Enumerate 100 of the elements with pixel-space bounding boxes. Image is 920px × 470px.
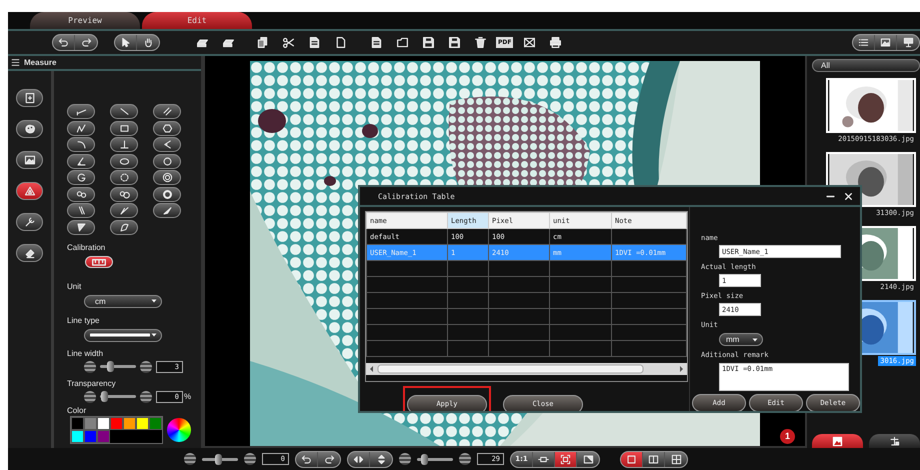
measure-tool-button[interactable] bbox=[110, 154, 138, 168]
circle-icon bbox=[162, 156, 172, 166]
category-button[interactable] bbox=[16, 89, 43, 107]
measure-tool-button[interactable] bbox=[110, 220, 138, 234]
slider-thumb[interactable] bbox=[421, 454, 428, 464]
color-swatch[interactable] bbox=[71, 430, 84, 442]
category-button[interactable] bbox=[16, 182, 43, 200]
color-wheel[interactable] bbox=[167, 418, 191, 442]
freehand-shape-icon bbox=[118, 222, 130, 232]
unit-dropdown[interactable]: mm bbox=[719, 333, 763, 346]
ring-icon bbox=[162, 188, 172, 200]
category-button[interactable] bbox=[16, 151, 43, 169]
decrease-button[interactable] bbox=[84, 390, 96, 402]
slider-thumb[interactable] bbox=[215, 454, 222, 464]
tab[interactable]: Preview bbox=[30, 12, 140, 29]
color-swatch[interactable] bbox=[84, 416, 97, 430]
decrease-button[interactable] bbox=[399, 453, 411, 465]
measure-tool-button[interactable] bbox=[153, 120, 181, 136]
increase-button[interactable] bbox=[244, 453, 256, 465]
menu-icon bbox=[11, 58, 20, 67]
document-icon bbox=[370, 36, 382, 49]
document-icon bbox=[308, 36, 320, 49]
color-swatch[interactable] bbox=[136, 416, 149, 430]
increase-button[interactable] bbox=[140, 390, 152, 402]
measure-tool-button[interactable] bbox=[153, 104, 181, 119]
color-swatch[interactable] bbox=[84, 430, 97, 442]
document-icon bbox=[334, 36, 346, 49]
category-button[interactable] bbox=[16, 213, 43, 231]
measure-tool-button[interactable] bbox=[67, 104, 95, 119]
undo-icon bbox=[58, 37, 69, 48]
measure-tool-button[interactable] bbox=[110, 104, 138, 119]
measure-tool-button[interactable] bbox=[67, 186, 95, 202]
line-type-label: Line type bbox=[67, 316, 100, 326]
palette-icon bbox=[24, 123, 36, 135]
category-button[interactable] bbox=[16, 244, 43, 262]
line-type-dropdown[interactable] bbox=[84, 328, 162, 342]
angle-icon bbox=[76, 156, 86, 166]
measure-tool-button[interactable] bbox=[153, 186, 181, 202]
concentric-circles-icon bbox=[162, 172, 172, 183]
decrease-button[interactable] bbox=[184, 453, 196, 465]
panel-tab[interactable] bbox=[869, 434, 920, 448]
color-swatch[interactable] bbox=[123, 416, 136, 430]
color-palette[interactable] bbox=[70, 416, 163, 444]
slider-thumb[interactable] bbox=[101, 391, 108, 402]
fit-window-button[interactable] bbox=[555, 452, 577, 466]
measure-tool-button[interactable] bbox=[110, 170, 138, 185]
measure-tool-button[interactable] bbox=[67, 203, 95, 218]
panel-tab[interactable] bbox=[812, 434, 863, 448]
category-button[interactable] bbox=[16, 120, 43, 138]
copy-icon bbox=[256, 36, 268, 49]
measure-tool-button[interactable] bbox=[153, 170, 181, 185]
color-swatch[interactable] bbox=[97, 430, 110, 442]
single-view-icon bbox=[626, 454, 637, 464]
floppy-icon bbox=[422, 36, 434, 49]
hexagon-icon bbox=[162, 122, 172, 134]
measure-tool-button[interactable] bbox=[153, 137, 181, 152]
color-label: Color bbox=[67, 406, 88, 416]
measure-tool-button[interactable] bbox=[67, 137, 95, 152]
measure-tool-button[interactable] bbox=[110, 137, 138, 152]
layout-button[interactable] bbox=[621, 452, 643, 466]
slider-thumb[interactable] bbox=[107, 361, 114, 372]
screen-icon bbox=[902, 37, 914, 48]
circles-icon bbox=[118, 188, 130, 200]
polyline-icon bbox=[76, 122, 86, 134]
unit-suffix: % bbox=[184, 392, 192, 402]
trash-icon bbox=[474, 36, 486, 49]
unit-label: Unit bbox=[67, 282, 82, 292]
color-swatch[interactable] bbox=[97, 416, 110, 430]
measure-tool-button[interactable] bbox=[110, 203, 138, 218]
perpendicular-icon bbox=[118, 139, 130, 150]
tree-icon bbox=[889, 436, 900, 446]
caret-icon bbox=[751, 336, 759, 344]
horizontal-scrollbar[interactable] bbox=[366, 362, 687, 375]
color-swatch[interactable] bbox=[71, 416, 84, 430]
color-swatch[interactable] bbox=[110, 416, 123, 430]
calibration-button[interactable] bbox=[85, 256, 113, 268]
image-icon bbox=[24, 154, 36, 166]
scissors-icon bbox=[282, 36, 294, 49]
ruler-triangle-icon bbox=[24, 185, 36, 197]
transparency-label: Transparency bbox=[67, 378, 117, 388]
close-icon bbox=[844, 192, 852, 200]
measure-tool-button[interactable] bbox=[67, 220, 95, 234]
unit-dropdown[interactable]: cm bbox=[84, 294, 162, 308]
line-icon bbox=[118, 106, 130, 117]
increase-button[interactable] bbox=[140, 360, 152, 372]
measure-tool-button[interactable] bbox=[67, 120, 95, 136]
increase-button[interactable] bbox=[459, 453, 471, 465]
decrease-button[interactable] bbox=[84, 360, 96, 372]
measure-tool-button[interactable] bbox=[153, 203, 181, 218]
parallel-lines-icon bbox=[162, 106, 172, 117]
filter-dropdown[interactable]: All bbox=[812, 59, 920, 72]
measure-tool-button[interactable] bbox=[153, 154, 181, 168]
angle-icon bbox=[118, 205, 130, 216]
measure-tool-button[interactable] bbox=[67, 154, 95, 168]
color-swatch[interactable] bbox=[149, 416, 162, 430]
caret-icon bbox=[150, 331, 158, 339]
measure-tool-button[interactable] bbox=[110, 186, 138, 202]
measure-tool-button[interactable] bbox=[67, 170, 95, 185]
measure-tool-button[interactable] bbox=[110, 120, 138, 136]
tab[interactable]: Edit bbox=[142, 12, 252, 29]
